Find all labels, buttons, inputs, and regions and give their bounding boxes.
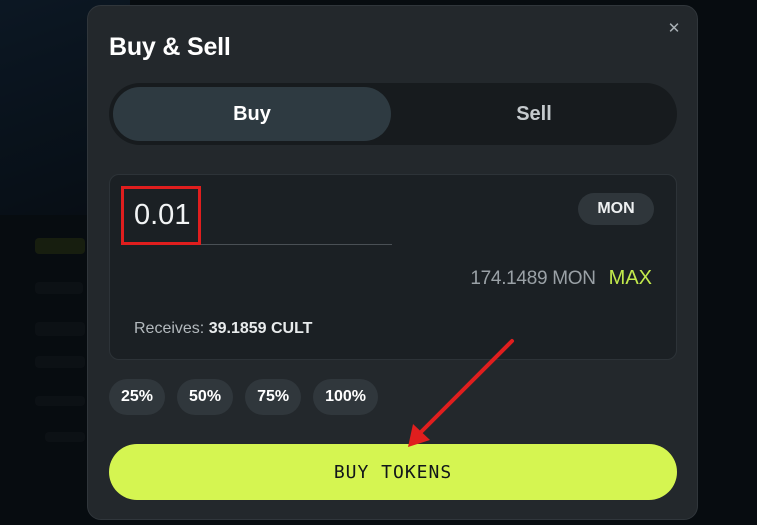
percent-50-button[interactable]: 50% [177, 379, 234, 415]
tab-sell[interactable]: Sell [395, 87, 673, 141]
receives-row: Receives: 39.1859 CULT [134, 320, 312, 338]
balance-value: 174.1489 MON [470, 268, 596, 289]
buy-sell-modal: Buy & Sell ✕ Buy Sell MON 174.1489 MON M… [87, 5, 698, 520]
max-button[interactable]: MAX [609, 267, 652, 290]
trade-input-card: MON 174.1489 MON MAX Receives: 39.1859 C… [109, 174, 677, 360]
receives-label: Receives: [134, 320, 205, 337]
receives-value: 39.1859 CULT [208, 320, 313, 337]
buy-sell-tabs: Buy Sell [109, 83, 677, 145]
buy-tokens-button[interactable]: BUY TOKENS [109, 444, 677, 500]
close-icon[interactable]: ✕ [665, 20, 683, 38]
tab-buy[interactable]: Buy [113, 87, 391, 141]
balance-row: 174.1489 MON MAX [470, 267, 652, 290]
token-selector[interactable]: MON [578, 193, 654, 225]
amount-input[interactable] [134, 193, 392, 245]
modal-title: Buy & Sell [109, 33, 231, 61]
percent-75-button[interactable]: 75% [245, 379, 302, 415]
percent-25-button[interactable]: 25% [109, 379, 166, 415]
percent-buttons: 25% 50% 75% 100% [109, 379, 379, 415]
percent-100-button[interactable]: 100% [313, 379, 379, 415]
